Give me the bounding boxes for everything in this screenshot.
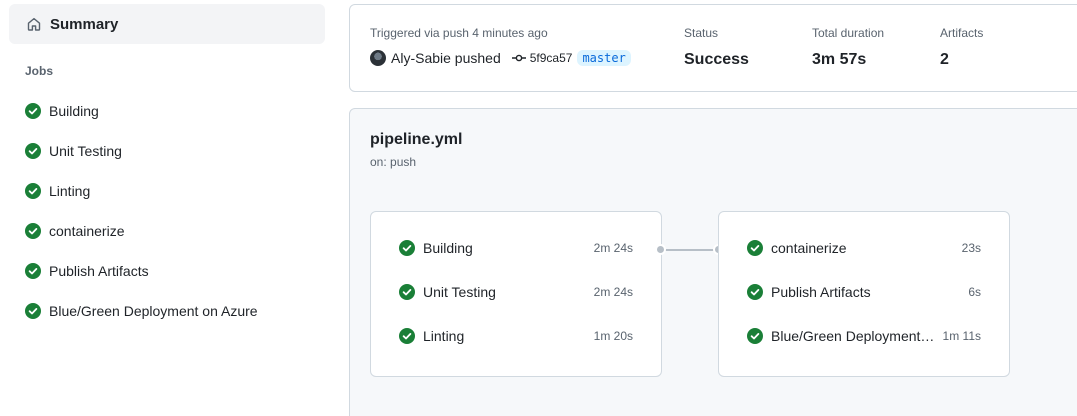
job-duration: 2m 24s [593,241,633,255]
duration-stat: Total duration 3m 57s [812,26,884,69]
success-check-icon [25,263,41,279]
success-check-icon [399,328,415,344]
workflow-graph-panel: pipeline.yml on: push Building 2m 24s Un… [349,108,1077,416]
stage-1-box: Building 2m 24s Unit Testing 2m 24s Lint… [370,211,662,377]
job-duration: 1m 20s [593,329,633,343]
sidebar-job-label: Building [49,103,99,119]
sidebar: Summary Jobs Building Unit Testing Linti… [0,0,340,416]
sidebar-job-label: Blue/Green Deployment on Azure [49,303,258,319]
connector-node-start [655,244,666,255]
commit-sha-link[interactable]: 5f9ca57 [530,51,573,65]
sidebar-job-list: Building Unit Testing Linting containeri… [9,91,325,331]
status-label: Status [684,26,719,40]
artifacts-stat: Artifacts 2 [940,26,983,69]
status-value: Success [684,51,749,68]
job-name: containerize [771,240,847,256]
success-check-icon [399,240,415,256]
stage-connector-line [661,249,719,251]
run-summary-card: Triggered via push 4 minutes ago Aly-Sab… [349,4,1077,92]
success-check-icon [747,328,763,344]
commit-icon [511,54,526,62]
success-check-icon [25,103,41,119]
trigger-info: Triggered via push 4 minutes ago [370,26,548,40]
success-check-icon [25,183,41,199]
stage-2-box: containerize 23s Publish Artifacts 6s Bl… [718,211,1010,377]
sidebar-job-unit-testing[interactable]: Unit Testing [9,131,325,171]
sidebar-job-publish-artifacts[interactable]: Publish Artifacts [9,251,325,291]
sidebar-job-linting[interactable]: Linting [9,171,325,211]
branch-badge[interactable]: master [577,50,631,66]
job-name: Building [423,240,473,256]
sidebar-job-label: Linting [49,183,91,199]
success-check-icon [747,240,763,256]
avatar[interactable] [370,50,386,66]
success-check-icon [399,284,415,300]
duration-value: 3m 57s [812,51,867,68]
graph-job-containerize[interactable]: containerize 23s [747,238,981,258]
graph-job-unit-testing[interactable]: Unit Testing 2m 24s [399,282,633,302]
sidebar-job-label: containerize [49,223,125,239]
summary-label: Summary [50,15,119,33]
jobs-heading: Jobs [25,64,54,78]
push-info-row: Aly-Sabie pushed 5f9ca57 master [370,50,631,66]
home-icon [27,17,41,31]
sidebar-job-label: Unit Testing [49,143,122,159]
workflow-trigger: on: push [370,155,417,169]
success-check-icon [25,143,41,159]
sidebar-job-blue-green-deployment[interactable]: Blue/Green Deployment on Azure [9,291,325,331]
sidebar-job-containerize[interactable]: containerize [9,211,325,251]
status-stat: Status Success [684,26,749,69]
sidebar-job-label: Publish Artifacts [49,263,149,279]
artifacts-label: Artifacts [940,26,984,40]
job-name: Linting [423,328,465,344]
graph-job-linting[interactable]: Linting 1m 20s [399,326,633,346]
duration-label: Total duration [812,26,885,40]
success-check-icon [25,223,41,239]
workflow-run-page: Summary Jobs Building Unit Testing Linti… [0,0,1077,416]
job-name: Unit Testing [423,284,496,300]
job-duration: 23s [961,241,981,255]
job-name: Publish Artifacts [771,284,871,300]
graph-job-publish-artifacts[interactable]: Publish Artifacts 6s [747,282,981,302]
job-duration: 6s [968,285,981,299]
graph-job-building[interactable]: Building 2m 24s [399,238,633,258]
job-duration: 1m 11s [942,329,981,343]
job-name: Blue/Green Deployment on Azure [771,328,937,344]
sidebar-job-building[interactable]: Building [9,91,325,131]
summary-nav-item[interactable]: Summary [9,4,325,44]
job-duration: 2m 24s [593,285,633,299]
actor-text[interactable]: Aly-Sabie pushed [391,50,501,66]
success-check-icon [747,284,763,300]
workflow-file-name[interactable]: pipeline.yml [370,131,462,149]
graph-job-blue-green-deployment[interactable]: Blue/Green Deployment on Azure 1m 11s [747,326,981,346]
success-check-icon [25,303,41,319]
artifacts-value[interactable]: 2 [940,51,983,69]
